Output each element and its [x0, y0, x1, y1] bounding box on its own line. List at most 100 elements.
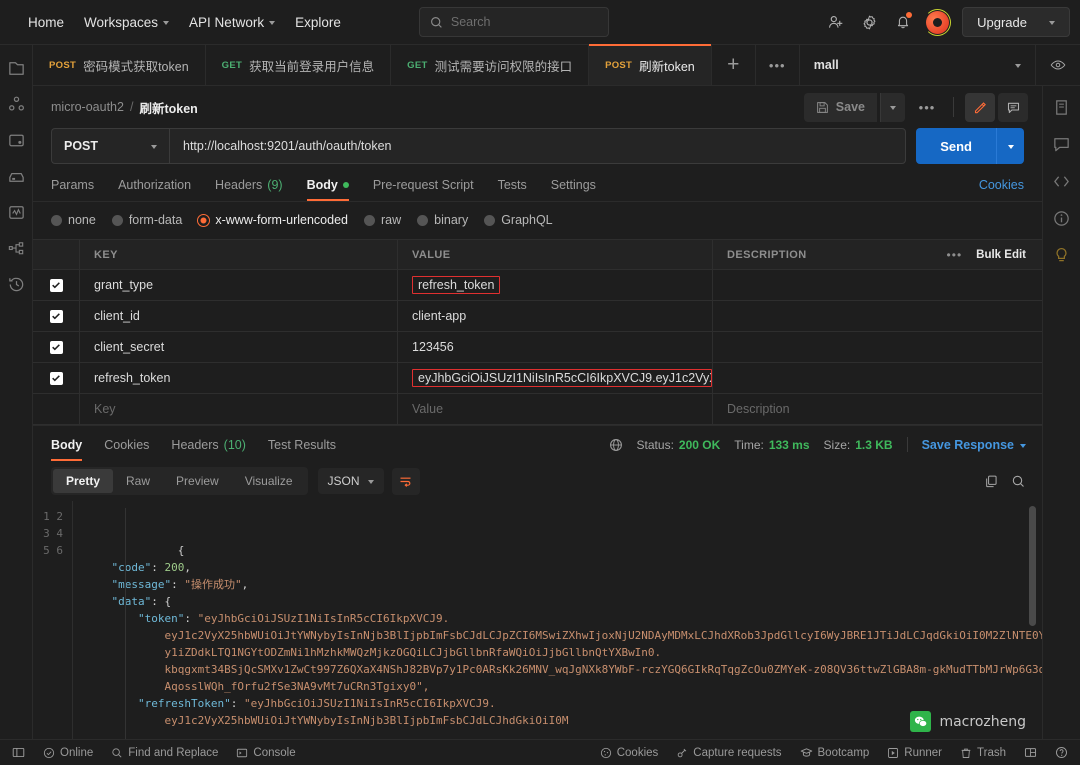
- checkbox-checked-icon[interactable]: [49, 340, 63, 354]
- row-description-cell[interactable]: [713, 301, 1042, 331]
- lightbulb-icon[interactable]: [1052, 246, 1071, 265]
- environment-quick-look-button[interactable]: [1036, 45, 1080, 85]
- view-raw[interactable]: Raw: [113, 469, 163, 493]
- monitors-icon[interactable]: [7, 203, 26, 222]
- comments-icon[interactable]: [1052, 135, 1071, 154]
- mock-servers-icon[interactable]: [7, 167, 26, 186]
- invite-user-button[interactable]: [820, 7, 850, 37]
- capture-requests-button[interactable]: Capture requests: [676, 747, 782, 759]
- code-snippet-icon[interactable]: [1052, 172, 1071, 191]
- user-avatar-button[interactable]: [922, 7, 952, 37]
- send-options-button[interactable]: [996, 128, 1024, 164]
- body-type-binary[interactable]: binary: [417, 213, 468, 227]
- row-value-cell[interactable]: refresh_token: [398, 270, 713, 300]
- settings-button[interactable]: [854, 7, 884, 37]
- table-row[interactable]: refresh_token eyJhbGciOiJSUzI1NiIsInR5cC…: [33, 363, 1042, 394]
- new-tab-button[interactable]: +: [712, 45, 756, 85]
- collections-icon[interactable]: [7, 59, 26, 78]
- nav-api-network[interactable]: API Network: [179, 9, 285, 36]
- history-icon[interactable]: [7, 275, 26, 294]
- body-type-graphql[interactable]: GraphQL: [484, 213, 553, 227]
- view-preview[interactable]: Preview: [163, 469, 232, 493]
- environment-selector[interactable]: mall: [800, 45, 1036, 85]
- request-tab-4-active[interactable]: POST 刷新token: [589, 44, 712, 85]
- flows-icon[interactable]: [7, 239, 26, 258]
- row-value-cell[interactable]: eyJhbGciOiJSUzI1NiIsInR5cCI6IkpXVCJ9.eyJ…: [398, 363, 713, 393]
- nav-workspaces[interactable]: Workspaces: [74, 9, 179, 36]
- row-description-cell[interactable]: [713, 270, 1042, 300]
- breadcrumb-collection[interactable]: micro-oauth2: [51, 100, 124, 114]
- save-options-button[interactable]: [880, 92, 905, 122]
- tab-body[interactable]: Body: [306, 178, 350, 201]
- nav-home[interactable]: Home: [18, 9, 74, 36]
- send-button[interactable]: Send: [916, 128, 996, 164]
- checkbox-checked-icon[interactable]: [49, 371, 63, 385]
- comment-button[interactable]: [998, 92, 1028, 122]
- console-button[interactable]: Console: [236, 747, 296, 759]
- response-tab-body[interactable]: Body: [51, 438, 83, 461]
- table-row[interactable]: client_secret 123456: [33, 332, 1042, 363]
- tab-params[interactable]: Params: [51, 178, 94, 201]
- body-type-none[interactable]: none: [51, 213, 96, 227]
- row-key-cell[interactable]: client_id: [80, 301, 398, 331]
- row-description-cell[interactable]: [713, 363, 1042, 393]
- response-tab-cookies[interactable]: Cookies: [104, 438, 149, 461]
- row-value-cell[interactable]: 123456: [398, 332, 713, 362]
- table-row[interactable]: client_id client-app: [33, 301, 1042, 332]
- nav-explore[interactable]: Explore: [285, 9, 351, 36]
- response-tab-test-results[interactable]: Test Results: [268, 438, 336, 461]
- response-language-selector[interactable]: JSON: [317, 468, 384, 494]
- copy-icon[interactable]: [984, 474, 999, 489]
- row-checkbox-cell[interactable]: [33, 363, 80, 393]
- save-response-button[interactable]: Save Response: [922, 438, 1026, 452]
- method-selector[interactable]: POST: [51, 128, 169, 164]
- view-pretty[interactable]: Pretty: [53, 469, 114, 493]
- info-icon[interactable]: [1052, 209, 1071, 228]
- checkbox-checked-icon[interactable]: [49, 309, 63, 323]
- response-code-viewer[interactable]: 1 2 3 4 5 6 { "code": 200, "message": "操…: [33, 501, 1042, 739]
- row-checkbox-cell[interactable]: [33, 301, 80, 331]
- upgrade-button[interactable]: Upgrade: [962, 7, 1070, 37]
- cookies-link[interactable]: Cookies: [979, 178, 1024, 201]
- tab-headers[interactable]: Headers (9): [215, 178, 283, 201]
- url-input[interactable]: http://localhost:9201/auth/oauth/token: [169, 128, 907, 164]
- request-tab-1[interactable]: POST 密码模式获取token: [33, 45, 206, 85]
- trash-button[interactable]: Trash: [960, 747, 1006, 759]
- request-tab-2[interactable]: GET 获取当前登录用户信息: [206, 45, 392, 85]
- row-key-cell[interactable]: client_secret: [80, 332, 398, 362]
- request-more-button[interactable]: •••: [912, 93, 942, 122]
- tab-settings[interactable]: Settings: [551, 178, 596, 201]
- breadcrumb-request-name[interactable]: 刷新token: [139, 98, 197, 117]
- checkbox-checked-icon[interactable]: [49, 278, 63, 292]
- save-button[interactable]: Save: [803, 92, 877, 122]
- online-status[interactable]: Online: [43, 747, 93, 759]
- response-body-code[interactable]: { "code": 200, "message": "操作成功", "data"…: [73, 501, 1042, 739]
- row-checkbox-cell[interactable]: [33, 394, 80, 424]
- tab-authorization[interactable]: Authorization: [118, 178, 191, 201]
- wrap-lines-button[interactable]: [391, 467, 420, 495]
- documentation-icon[interactable]: [1052, 98, 1071, 117]
- body-type-form-data[interactable]: form-data: [111, 213, 182, 227]
- sidebar-toggle-button[interactable]: [12, 746, 25, 759]
- row-key-cell[interactable]: refresh_token: [80, 363, 398, 393]
- apis-icon[interactable]: [7, 95, 26, 114]
- request-tab-3[interactable]: GET 测试需要访问权限的接口: [391, 45, 590, 85]
- row-description-cell[interactable]: Description: [713, 394, 1042, 424]
- body-type-raw[interactable]: raw: [364, 213, 401, 227]
- code-scrollbar[interactable]: [1029, 506, 1036, 626]
- body-type-urlencoded[interactable]: x-www-form-urlencoded: [198, 213, 348, 227]
- bootcamp-button[interactable]: Bootcamp: [800, 746, 869, 759]
- bulk-edit-button[interactable]: Bulk Edit: [976, 249, 1026, 261]
- help-button[interactable]: [1055, 746, 1068, 759]
- edit-request-button[interactable]: [965, 92, 995, 122]
- row-checkbox-cell[interactable]: [33, 270, 80, 300]
- row-key-cell[interactable]: Key: [80, 394, 398, 424]
- row-key-cell[interactable]: grant_type: [80, 270, 398, 300]
- tab-tests[interactable]: Tests: [498, 178, 527, 201]
- row-value-cell[interactable]: Value: [398, 394, 713, 424]
- table-more-button[interactable]: •••: [947, 248, 963, 262]
- notifications-button[interactable]: [888, 7, 918, 37]
- search-input[interactable]: Search: [418, 7, 609, 37]
- table-placeholder-row[interactable]: Key Value Description: [33, 394, 1042, 425]
- table-row[interactable]: grant_type refresh_token: [33, 270, 1042, 301]
